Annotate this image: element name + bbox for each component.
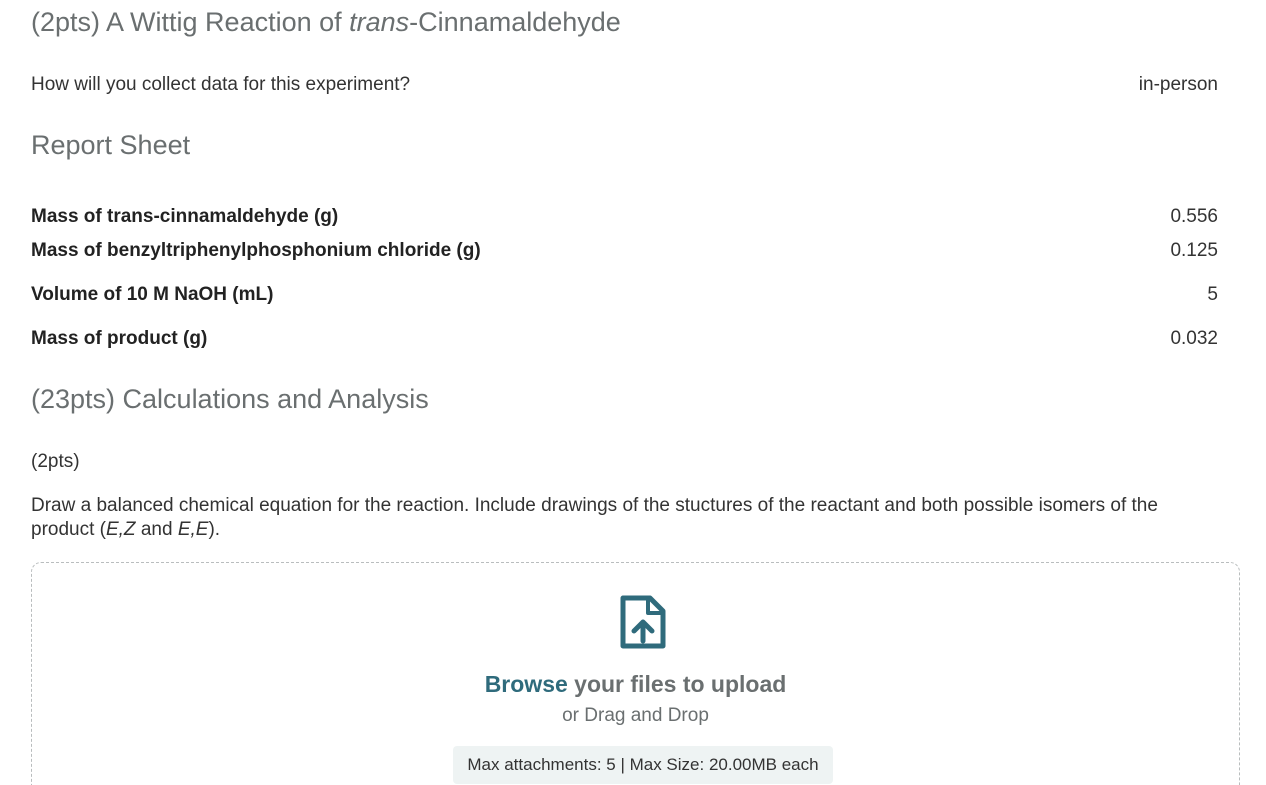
question-prompt: Draw a balanced chemical equation for th… — [31, 494, 1211, 542]
page-title: (2pts) A Wittig Reaction of trans-Cinnam… — [31, 7, 621, 38]
row-value-mass-product: 0.032 — [1170, 328, 1218, 349]
collection-answer: in-person — [1138, 74, 1218, 95]
page: (2pts) A Wittig Reaction of trans-Cinnam… — [0, 0, 1266, 785]
report-sheet-title: Report Sheet — [31, 130, 191, 160]
row-label-volume-naoh: Volume of 10 M NaOH (mL) — [31, 284, 274, 305]
row-value-volume-naoh: 5 — [1207, 284, 1218, 305]
file-upload-icon — [620, 595, 666, 649]
row-label-mass-product: Mass of product (g) — [31, 328, 208, 349]
title-prefix: (2pts) A Wittig Reaction of — [31, 7, 350, 37]
row-value-mass-phosphonium: 0.125 — [1170, 240, 1218, 261]
prompt-isomer-ez: E,Z — [105, 519, 136, 540]
title-suffix: -Cinnamaldehyde — [409, 7, 621, 37]
prompt-isomer-ee: E,E — [177, 519, 209, 540]
calculations-title: (23pts) Calculations and Analysis — [31, 384, 429, 414]
prompt-end: ). — [208, 519, 221, 540]
row-value-mass-cinnamaldehyde: 0.556 — [1170, 206, 1218, 227]
upload-title: Browse your files to upload — [32, 671, 1239, 698]
drag-drop-hint: or Drag and Drop — [562, 705, 709, 726]
file-upload-dropzone[interactable]: Browse your files to upload or Drag and … — [31, 562, 1240, 785]
row-label-mass-phosphonium: Mass of benzyltriphenylphosphonium chlor… — [31, 240, 481, 261]
title-italic: trans — [349, 7, 410, 37]
upload-title-rest: your files to upload — [567, 671, 787, 697]
prompt-and: and — [135, 519, 178, 540]
collection-question: How will you collect data for this exper… — [31, 74, 411, 95]
upload-limits-badge: Max attachments: 5 | Max Size: 20.00MB e… — [453, 746, 833, 784]
row-label-mass-cinnamaldehyde: Mass of trans-cinnamaldehyde (g) — [31, 206, 339, 227]
browse-files-link[interactable]: Browse — [485, 671, 568, 697]
question-points: (2pts) — [31, 451, 80, 472]
